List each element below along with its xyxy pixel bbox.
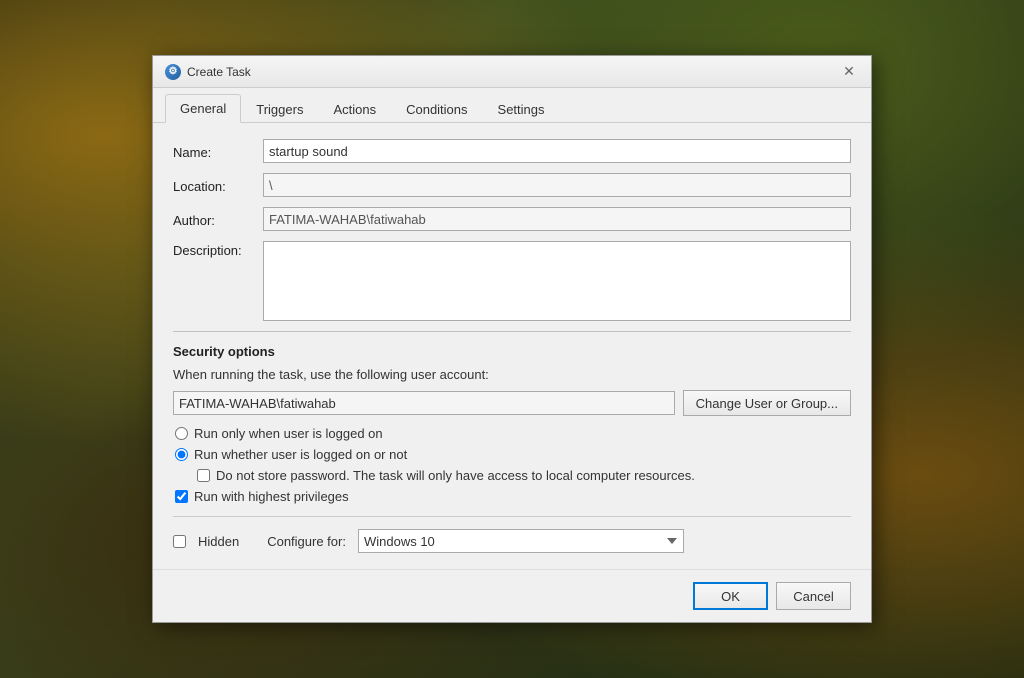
author-input[interactable] <box>263 207 851 231</box>
location-row: Location: <box>173 173 851 197</box>
radio-not-logged-on-label[interactable]: Run whether user is logged on or not <box>194 447 407 462</box>
author-label: Author: <box>173 211 263 228</box>
name-label: Name: <box>173 143 263 160</box>
user-account-input[interactable] <box>173 391 675 415</box>
security-section-title: Security options <box>173 344 851 359</box>
location-input[interactable] <box>263 173 851 197</box>
hidden-checkbox[interactable] <box>173 535 186 548</box>
user-account-row: Change User or Group... <box>173 390 851 416</box>
radio-logged-on-row: Run only when user is logged on <box>173 426 851 441</box>
radio-logged-on-label[interactable]: Run only when user is logged on <box>194 426 383 441</box>
configure-for-select[interactable]: Windows 10 Windows 7, Windows Server 200… <box>358 529 684 553</box>
radio-logged-on[interactable] <box>175 427 188 440</box>
run-highest-privileges-checkbox[interactable] <box>175 490 188 503</box>
tab-general[interactable]: General <box>165 94 241 123</box>
dialog-title: Create Task <box>187 65 251 79</box>
tab-triggers[interactable]: Triggers <box>241 95 318 123</box>
name-input[interactable] <box>263 139 851 163</box>
do-not-store-password-checkbox[interactable] <box>197 469 210 482</box>
run-highest-privileges-label[interactable]: Run with highest privileges <box>194 489 349 504</box>
configure-for-label: Configure for: <box>267 534 346 549</box>
hidden-label[interactable]: Hidden <box>198 534 239 549</box>
dialog-overlay: ⚙ Create Task ✕ General Triggers Actions… <box>152 55 872 623</box>
description-input[interactable] <box>263 241 851 321</box>
title-bar: ⚙ Create Task ✕ <box>153 56 871 88</box>
separator <box>173 331 851 332</box>
change-user-button[interactable]: Change User or Group... <box>683 390 851 416</box>
author-row: Author: <box>173 207 851 231</box>
button-row: OK Cancel <box>153 569 871 622</box>
dialog-icon: ⚙ <box>165 64 181 80</box>
tab-bar: General Triggers Actions Conditions Sett… <box>153 88 871 123</box>
tab-conditions[interactable]: Conditions <box>391 95 482 123</box>
ok-button[interactable]: OK <box>693 582 768 610</box>
tab-actions[interactable]: Actions <box>318 95 391 123</box>
close-button[interactable]: ✕ <box>839 62 859 82</box>
location-label: Location: <box>173 177 263 194</box>
description-row: Description: <box>173 241 851 321</box>
cancel-button[interactable]: Cancel <box>776 582 851 610</box>
bottom-options-row: Hidden Configure for: Windows 10 Windows… <box>173 529 851 553</box>
create-task-dialog: ⚙ Create Task ✕ General Triggers Actions… <box>152 55 872 623</box>
description-label: Description: <box>173 241 263 258</box>
tab-settings[interactable]: Settings <box>483 95 560 123</box>
radio-not-logged-on[interactable] <box>175 448 188 461</box>
bottom-divider <box>173 516 851 517</box>
form-area: Name: Location: Author: Description: Sec… <box>153 123 871 569</box>
run-highest-privileges-row: Run with highest privileges <box>173 489 851 504</box>
name-row: Name: <box>173 139 851 163</box>
do-not-store-password-row: Do not store password. The task will onl… <box>173 468 851 483</box>
security-subtitle: When running the task, use the following… <box>173 367 851 382</box>
do-not-store-password-label[interactable]: Do not store password. The task will onl… <box>216 468 695 483</box>
radio-not-logged-on-row: Run whether user is logged on or not <box>173 447 851 462</box>
title-bar-left: ⚙ Create Task <box>165 64 251 80</box>
